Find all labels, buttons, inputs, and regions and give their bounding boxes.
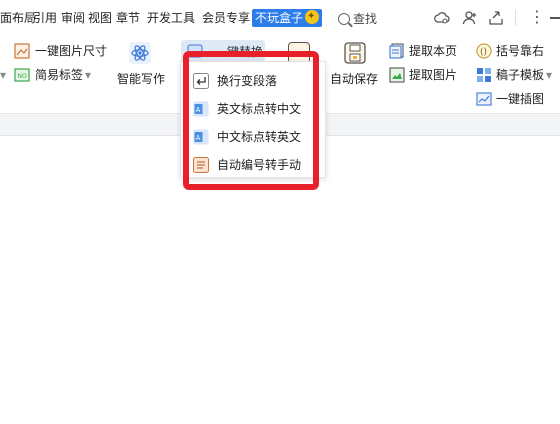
cloud-sync-icon[interactable] <box>434 10 450 26</box>
chevron-down-icon: ▾ <box>85 68 92 82</box>
extract-page-button[interactable]: 提取本页 <box>389 43 457 59</box>
simple-tag-label: 简易标签 <box>35 68 84 82</box>
bracket-icon: () <box>476 43 492 59</box>
extract-image-label: 提取图片 <box>409 68 458 82</box>
tab-bu-wan-he-zi[interactable]: 不玩盒子 <box>252 9 323 27</box>
menu-references[interactable]: 引用 <box>33 10 57 26</box>
image-size-label: 一键图片尺寸 <box>35 44 108 58</box>
svg-text:NO: NO <box>18 73 27 80</box>
menu-developer[interactable]: 开发工具 <box>147 10 195 26</box>
ai-write-label: 智能写作 <box>117 72 166 86</box>
menu-divider <box>515 10 516 26</box>
template-button[interactable]: 稿子模板 ▾ <box>476 67 552 83</box>
search-icon <box>338 13 350 25</box>
add-user-icon[interactable] <box>462 10 478 26</box>
template-grid-icon <box>477 68 491 82</box>
bracket-label: 括号靠右 <box>496 44 545 58</box>
menu-page-layout[interactable]: 面布局 <box>0 10 36 26</box>
template-label: 稿子模板 <box>496 68 545 82</box>
minimize-icon[interactable] <box>550 17 560 19</box>
menu-member[interactable]: 会员专享 <box>202 10 250 26</box>
simple-tag-button[interactable]: NO 简易标签 ▾ <box>14 67 91 83</box>
extract-page-icon <box>389 43 404 59</box>
simple-tag-icon: NO <box>14 68 30 82</box>
share-icon[interactable] <box>488 10 504 26</box>
menu-review[interactable]: 审阅 <box>61 10 85 26</box>
tab-label: 不玩盒子 <box>255 11 304 25</box>
red-highlight-box <box>183 51 319 190</box>
extract-image-icon <box>389 67 405 83</box>
caret-small-icon[interactable]: ▾ <box>0 67 6 83</box>
extract-page-label: 提取本页 <box>409 44 458 58</box>
ai-atom-icon <box>129 42 151 64</box>
auto-save-button[interactable]: 自动保存 <box>330 40 382 90</box>
auto-save-label: 自动保存 <box>330 72 379 86</box>
bracket-right-button[interactable]: () 括号靠右 <box>476 43 544 59</box>
svg-text:(): () <box>480 48 487 58</box>
chevron-down-icon: ▾ <box>546 68 553 82</box>
insert-chart-icon <box>476 92 492 106</box>
menu-view[interactable]: 视图 <box>88 10 112 26</box>
extract-image-button[interactable]: 提取图片 <box>389 67 457 83</box>
ai-write-button[interactable]: 智能写作 <box>117 40 165 90</box>
save-disk-icon <box>344 42 366 64</box>
insert-image-button[interactable]: 一键插图 <box>476 91 544 107</box>
search-label: 查找 <box>353 12 378 26</box>
menu-bar: 面布局 引用 审阅 视图 章节 开发工具 会员专享 不玩盒子 查找 ⋮ <box>0 0 560 34</box>
image-size-button[interactable]: 一键图片尺寸 <box>14 43 107 59</box>
insert-image-label: 一键插图 <box>496 92 545 106</box>
image-size-icon <box>14 43 30 59</box>
badge-icon <box>305 9 320 25</box>
menu-chapter[interactable]: 章节 <box>116 10 140 26</box>
more-icon[interactable]: ⋮ <box>529 9 545 25</box>
search-button[interactable]: 查找 <box>338 10 377 27</box>
